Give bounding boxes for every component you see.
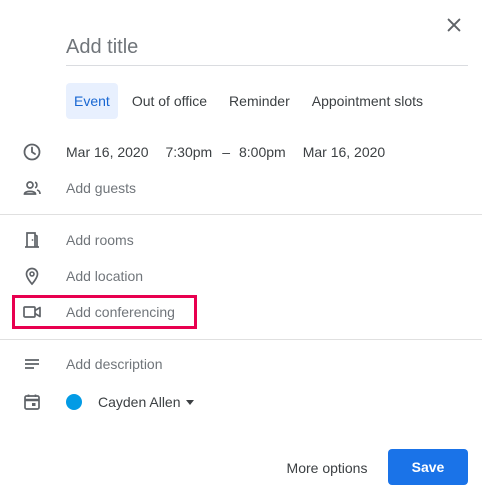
add-location-field[interactable]: Add location — [66, 268, 143, 284]
people-icon — [22, 178, 42, 198]
add-description-field[interactable]: Add description — [66, 356, 163, 372]
tab-appointment-slots[interactable]: Appointment slots — [304, 83, 431, 119]
door-icon — [22, 230, 42, 250]
save-button[interactable]: Save — [388, 449, 468, 485]
end-date[interactable]: Mar 16, 2020 — [303, 144, 386, 160]
rooms-row[interactable]: Add rooms — [0, 222, 482, 258]
start-date[interactable]: Mar 16, 2020 — [66, 144, 149, 160]
notes-icon — [22, 354, 42, 374]
tab-out-of-office[interactable]: Out of office — [124, 83, 215, 119]
divider — [0, 214, 482, 215]
calendar-icon — [22, 392, 42, 412]
event-type-tabs: Event Out of office Reminder Appointment… — [66, 83, 437, 119]
calendar-color-dot — [66, 394, 82, 410]
add-guests-field[interactable]: Add guests — [66, 180, 136, 196]
guests-row[interactable]: Add guests — [0, 170, 482, 206]
title-input[interactable] — [66, 34, 468, 66]
calendar-row[interactable]: Cayden Allen — [0, 384, 482, 420]
location-pin-icon — [22, 266, 42, 286]
conferencing-row[interactable]: Add conferencing — [0, 294, 482, 330]
tab-reminder[interactable]: Reminder — [221, 83, 298, 119]
location-row[interactable]: Add location — [0, 258, 482, 294]
start-time[interactable]: 7:30pm — [166, 144, 213, 160]
calendar-owner-name[interactable]: Cayden Allen — [98, 394, 181, 410]
dropdown-caret-icon[interactable] — [186, 399, 194, 405]
video-camera-icon — [22, 302, 42, 322]
end-time[interactable]: 8:00pm — [239, 144, 286, 160]
divider — [0, 339, 482, 340]
tab-event[interactable]: Event — [66, 83, 118, 119]
time-separator: – — [222, 144, 230, 160]
description-row[interactable]: Add description — [0, 346, 482, 382]
add-rooms-field[interactable]: Add rooms — [66, 232, 134, 248]
datetime-display: Mar 16, 2020 7:30pm – 8:00pm Mar 16, 202… — [66, 144, 385, 160]
more-options-button[interactable]: More options — [273, 450, 381, 486]
add-conferencing-field[interactable]: Add conferencing — [66, 304, 175, 320]
datetime-row: Mar 16, 2020 7:30pm – 8:00pm Mar 16, 202… — [0, 134, 482, 170]
clock-icon — [22, 142, 42, 162]
